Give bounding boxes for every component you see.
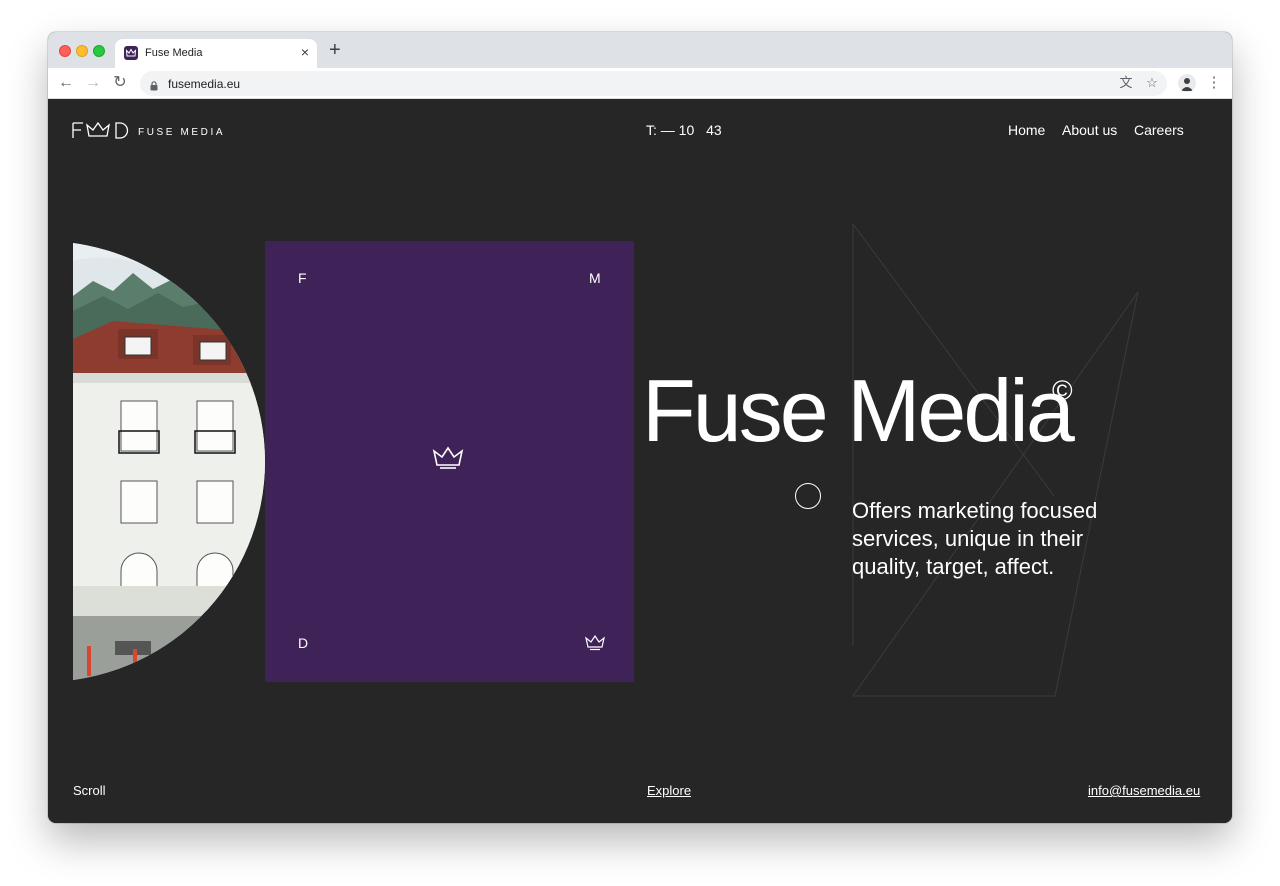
- new-tab-icon[interactable]: +: [329, 40, 341, 60]
- tab-title: Fuse Media: [145, 47, 203, 59]
- time-display: T: — 10 43: [646, 122, 722, 138]
- cursor-circle: [795, 483, 821, 509]
- translate-icon[interactable]: 文: [1118, 75, 1134, 91]
- scroll-link[interactable]: Scroll: [73, 783, 106, 798]
- zoom-window-button[interactable]: [93, 45, 105, 57]
- crown-icon: [432, 446, 464, 469]
- lock-icon: [150, 78, 158, 91]
- fuse-media-logo[interactable]: FUSE MEDIA: [72, 121, 223, 146]
- time-minute: 43: [706, 122, 722, 138]
- card-letter-f: F: [298, 270, 307, 286]
- building-illustration: [73, 241, 265, 682]
- email-link[interactable]: info@fusemedia.eu: [1088, 783, 1200, 798]
- copyright-symbol: ©: [1052, 375, 1073, 406]
- browser-window: Fuse Media × + ← → ↻ fusemedia.eu 文 ☆ ⋮ …: [48, 32, 1232, 823]
- nav-about-link[interactable]: About us: [1062, 122, 1117, 138]
- bookmark-star-icon[interactable]: ☆: [1144, 75, 1160, 91]
- time-prefix: T: —: [646, 122, 675, 138]
- tab-close-icon[interactable]: ×: [301, 44, 309, 60]
- address-bar[interactable]: fusemedia.eu 文 ☆: [140, 71, 1167, 96]
- close-window-button[interactable]: [59, 45, 71, 57]
- back-arrow-icon[interactable]: ←: [55, 72, 77, 94]
- tab-bar: Fuse Media × +: [48, 32, 1232, 68]
- card-letter-m: M: [589, 270, 601, 286]
- hero-tagline: Offers marketing focused services, uniqu…: [852, 498, 1098, 579]
- page-content: FUSE MEDIA T: — 10 43 Home About us Care…: [48, 99, 1232, 823]
- nav-home-link[interactable]: Home: [1008, 122, 1045, 138]
- nav-careers-link[interactable]: Careers: [1134, 122, 1184, 138]
- brand-card: F M D: [265, 241, 634, 682]
- time-hour: 10: [678, 122, 695, 138]
- profile-avatar[interactable]: [1178, 74, 1196, 92]
- browser-tab[interactable]: Fuse Media ×: [115, 39, 317, 68]
- fmd-monogram-icon: [72, 121, 129, 139]
- url-text: fusemedia.eu: [168, 77, 241, 91]
- card-letter-d: D: [298, 635, 309, 651]
- minimize-window-button[interactable]: [76, 45, 88, 57]
- browser-toolbar: ← → ↻ fusemedia.eu 文 ☆ ⋮: [48, 68, 1232, 99]
- browser-menu-icon[interactable]: ⋮: [1206, 73, 1222, 93]
- crown-favicon-icon: [124, 46, 138, 60]
- small-crown-icon: [585, 635, 605, 651]
- hero-title: Fuse Media: [642, 361, 1075, 460]
- forward-arrow-icon[interactable]: →: [82, 72, 104, 94]
- reload-icon[interactable]: ↻: [109, 72, 131, 94]
- explore-link[interactable]: Explore: [647, 783, 691, 798]
- logo-wordmark: FUSE MEDIA: [138, 127, 226, 138]
